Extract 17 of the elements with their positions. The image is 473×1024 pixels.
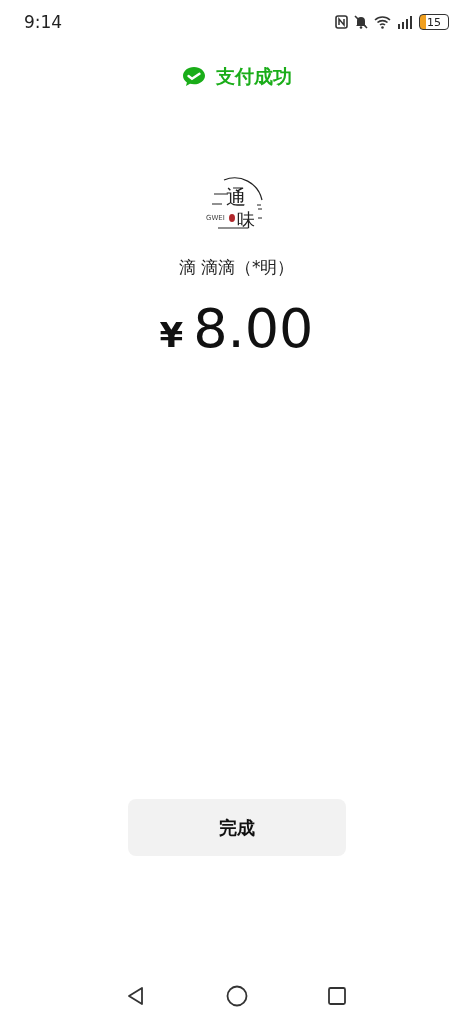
- status-time: 9:14: [24, 12, 63, 32]
- logo-text: 味: [236, 209, 255, 230]
- nfc-icon: [335, 15, 348, 29]
- signal-icon: [397, 15, 413, 29]
- payment-amount: 8.00: [193, 297, 314, 360]
- wifi-icon: [374, 15, 391, 29]
- home-icon[interactable]: [225, 985, 248, 1007]
- currency-symbol: ¥: [159, 315, 184, 355]
- battery-icon: 15: [419, 14, 449, 30]
- payment-success-title: 支付成功: [215, 64, 292, 89]
- muted-bell-icon: [354, 15, 368, 29]
- back-icon[interactable]: [126, 986, 146, 1006]
- logo-text: 通: [225, 185, 246, 209]
- merchant-name: 滴 滴滴（*明）: [178, 256, 295, 279]
- done-button[interactable]: 完成: [127, 799, 346, 856]
- recents-icon[interactable]: [327, 986, 347, 1006]
- wechat-pay-icon: [181, 66, 206, 88]
